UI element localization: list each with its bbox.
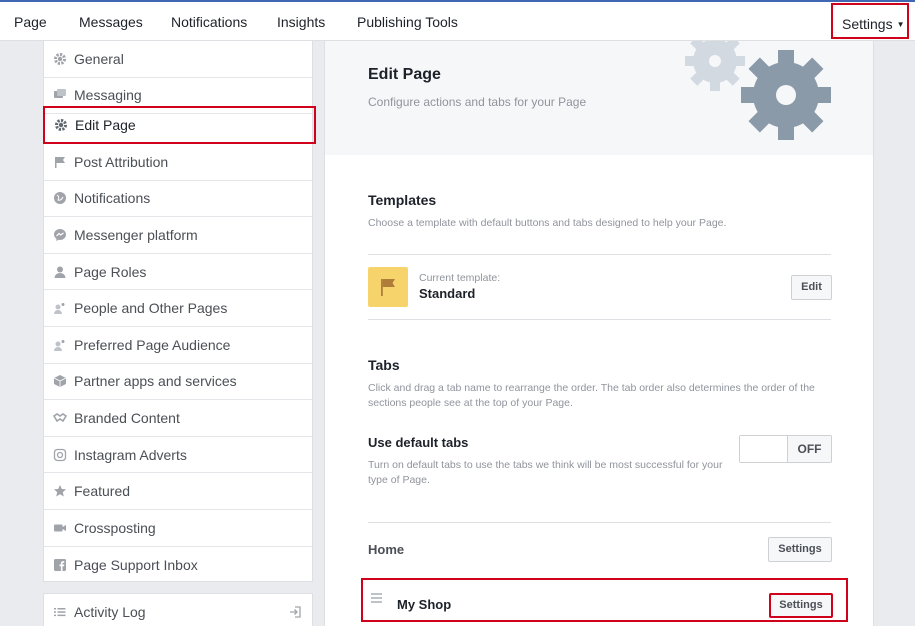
activity-log-panel: Activity Log bbox=[43, 593, 313, 626]
sidebar-item-label: Activity Log bbox=[74, 604, 146, 621]
template-icon bbox=[368, 267, 408, 307]
flag-icon bbox=[381, 279, 395, 296]
my-shop-tab-settings-button[interactable]: Settings bbox=[769, 593, 833, 618]
page-title: Edit Page bbox=[368, 66, 441, 83]
sidebar-item-label: Page Support Inbox bbox=[74, 556, 198, 573]
sidebar-item-preferred-page-audience[interactable]: Preferred Page Audience bbox=[44, 327, 312, 364]
sidebar-item-label: General bbox=[74, 50, 124, 67]
sidebar-item-partner-apps[interactable]: Partner apps and services bbox=[44, 364, 312, 401]
sidebar-item-activity-log[interactable]: Activity Log bbox=[44, 594, 312, 626]
sidebar-item-crossposting[interactable]: Crossposting bbox=[44, 510, 312, 547]
toggle-state-label: OFF bbox=[788, 436, 831, 462]
sidebar-item-label: Page Roles bbox=[74, 263, 147, 280]
sidebar-item-label: Messaging bbox=[74, 87, 142, 104]
nav-notifications[interactable]: Notifications bbox=[171, 14, 247, 30]
sidebar-item-label: People and Other Pages bbox=[74, 300, 228, 317]
sidebar-item-post-attribution[interactable]: Post Attribution bbox=[44, 144, 312, 181]
sidebar-item-label: Edit Page bbox=[75, 117, 136, 133]
tabs-heading: Tabs bbox=[368, 357, 400, 373]
box-icon bbox=[53, 374, 67, 388]
templates-heading: Templates bbox=[368, 192, 437, 208]
tab-row-home-name[interactable]: Home bbox=[368, 542, 404, 557]
sidebar-item-messenger-platform[interactable]: Messenger platform bbox=[44, 217, 312, 254]
caret-down-icon: ▼ bbox=[896, 20, 905, 29]
sidebar-item-branded-content[interactable]: Branded Content bbox=[44, 400, 312, 437]
sidebar-item-label: Featured bbox=[74, 483, 131, 500]
sidebar-item-general[interactable]: General bbox=[44, 41, 312, 78]
templates-description: Choose a template with default buttons a… bbox=[368, 217, 727, 229]
tab-row-my-shop[interactable]: My Shop Settings bbox=[361, 578, 848, 622]
sidebar-item-label: Post Attribution bbox=[74, 153, 169, 170]
current-template-label: Current template: bbox=[419, 272, 501, 284]
current-template-value: Standard bbox=[419, 286, 476, 301]
sidebar-item-featured[interactable]: Featured bbox=[44, 473, 312, 510]
chat-icon bbox=[53, 88, 67, 102]
edit-page-panel: Edit Page Configure actions and tabs for… bbox=[324, 41, 874, 626]
default-tabs-description-line1: Turn on default tabs to use the tabs we … bbox=[368, 459, 723, 471]
sidebar-item-label: Branded Content bbox=[74, 409, 180, 426]
edit-template-button[interactable]: Edit bbox=[791, 275, 832, 300]
globe-icon bbox=[53, 191, 67, 205]
gear-large-icon bbox=[741, 50, 831, 140]
instagram-icon bbox=[53, 448, 67, 462]
tabs-description-line1: Click and drag a tab name to rearrange t… bbox=[368, 382, 815, 394]
top-nav: Page Messages Notifications Insights Pub… bbox=[0, 0, 915, 41]
nav-page[interactable]: Page bbox=[14, 14, 47, 30]
list-icon bbox=[53, 605, 67, 619]
tab-row-my-shop-name: My Shop bbox=[397, 597, 452, 612]
handshake-icon bbox=[52, 411, 68, 425]
gear-icon bbox=[53, 52, 67, 66]
open-external-icon[interactable] bbox=[288, 605, 302, 619]
facebook-icon bbox=[53, 558, 67, 572]
settings-sidebar: General Messaging Edit Page Post Attribu… bbox=[43, 41, 316, 584]
toggle-knob bbox=[740, 436, 788, 462]
settings-label: Settings bbox=[842, 16, 893, 32]
default-tabs-toggle[interactable]: OFF bbox=[739, 435, 832, 463]
tabs-description-line2: sections people see at the top of your P… bbox=[368, 397, 573, 409]
flag-icon bbox=[53, 155, 67, 169]
nav-messages[interactable]: Messages bbox=[79, 14, 143, 30]
sidebar-item-edit-page[interactable]: Edit Page bbox=[43, 106, 316, 144]
sidebar-item-label: Notifications bbox=[74, 190, 151, 207]
sidebar-item-people-and-other-pages[interactable]: People and Other Pages bbox=[44, 290, 312, 327]
sidebar-item-instagram-adverts[interactable]: Instagram Adverts bbox=[44, 437, 312, 474]
sidebar-item-label: Messenger platform bbox=[74, 226, 198, 243]
home-tab-settings-button[interactable]: Settings bbox=[768, 537, 832, 562]
default-tabs-label: Use default tabs bbox=[368, 435, 469, 450]
settings-menu-button[interactable]: Settings ▼ bbox=[831, 3, 909, 39]
nav-insights[interactable]: Insights bbox=[277, 14, 325, 30]
gear-icon bbox=[54, 118, 68, 132]
people-icon bbox=[53, 301, 67, 315]
person-icon bbox=[53, 265, 67, 279]
sidebar-item-label: Preferred Page Audience bbox=[74, 336, 231, 353]
page-header: Edit Page Configure actions and tabs for… bbox=[325, 41, 873, 155]
people-icon bbox=[53, 338, 67, 352]
star-icon bbox=[53, 484, 67, 498]
divider bbox=[368, 254, 831, 255]
sidebar-item-page-support-inbox[interactable]: Page Support Inbox bbox=[44, 547, 312, 584]
messenger-icon bbox=[53, 228, 67, 242]
divider bbox=[368, 522, 831, 523]
sidebar-item-label: Instagram Adverts bbox=[74, 446, 187, 463]
sidebar-item-label: Partner apps and services bbox=[74, 373, 237, 390]
default-tabs-description-line2: type of Page. bbox=[368, 474, 430, 486]
drag-handle-icon[interactable] bbox=[371, 593, 382, 605]
nav-publishing-tools[interactable]: Publishing Tools bbox=[357, 14, 458, 30]
page-subtitle: Configure actions and tabs for your Page bbox=[368, 95, 587, 109]
sidebar-item-page-roles[interactable]: Page Roles bbox=[44, 254, 312, 291]
divider bbox=[368, 319, 831, 320]
sidebar-item-notifications[interactable]: Notifications bbox=[44, 181, 312, 218]
sidebar-item-label: Crossposting bbox=[74, 519, 156, 536]
video-icon bbox=[53, 521, 67, 535]
